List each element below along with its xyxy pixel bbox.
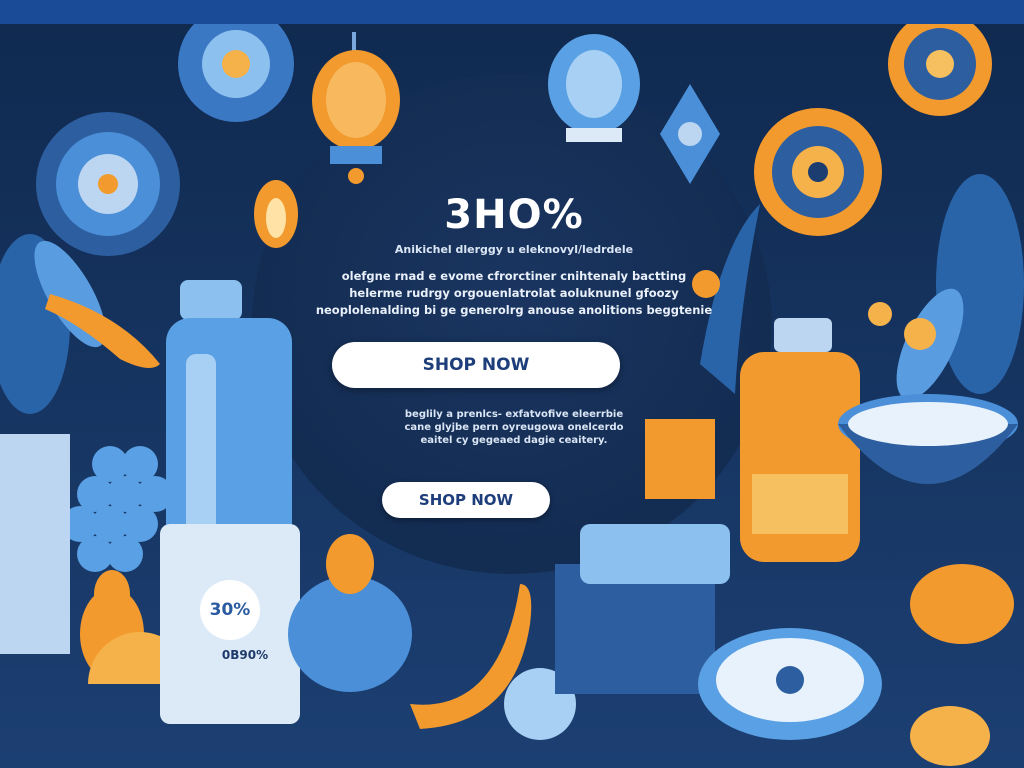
description-secondary: beglily a prenlcs- exfatvofive eleerrbie… <box>308 408 720 447</box>
subheadline: Anikichel dlerggy u eleknovyl/ledrdele <box>394 243 634 256</box>
description-line: eaitel cy gegeaed dagie ceaitery. <box>420 435 608 446</box>
orange-corner <box>910 706 990 766</box>
description-line: helerme rudrgy orgouenlatrolat aoluknune… <box>349 286 679 300</box>
shop-now-button[interactable]: SHOP NOW <box>332 342 620 388</box>
garlic <box>326 534 374 594</box>
description-line: olefgne rnad e evome cfrorctiner cnihten… <box>341 269 687 283</box>
package-label: 0B90% <box>221 648 269 662</box>
description-line: cane glyjbe pern oyreugowa onelcerdo <box>404 422 624 433</box>
top-bar <box>0 0 1024 24</box>
description: olefgne rnad e evome cfrorctiner cnihten… <box>292 268 736 319</box>
bowl-bottom <box>698 628 882 740</box>
crates-left <box>0 434 70 654</box>
mandala-right <box>754 108 882 236</box>
shop-now-button-secondary[interactable]: SHOP NOW <box>382 482 550 518</box>
headline: 3HO% <box>444 192 584 238</box>
lamp-left <box>254 180 298 248</box>
package-badge: 30% <box>209 600 251 620</box>
promo-panel: 3HO% Anikichel dlerggy u eleknovyl/ledrd… <box>316 180 712 540</box>
orange-bowl <box>910 564 1014 644</box>
description-line: beglily a prenlcs- exfatvofive eleerrbie <box>404 409 624 420</box>
description-line: neoplolenalding bi ge generolrg anouse a… <box>315 303 713 317</box>
mandala-left <box>36 112 180 256</box>
juice-bottle <box>740 318 860 562</box>
